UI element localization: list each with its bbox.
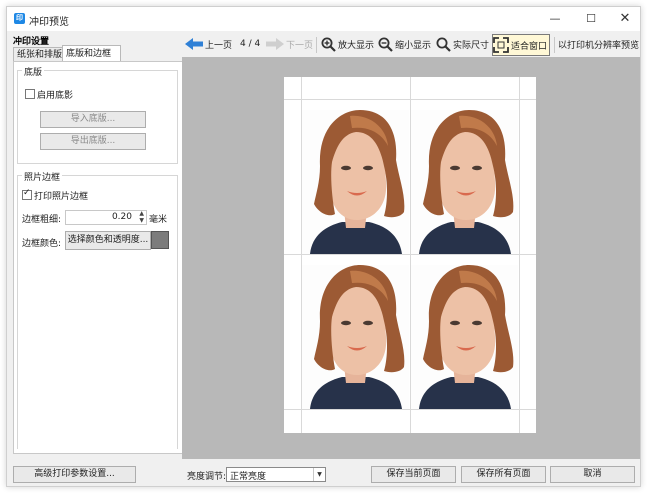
export-underlay-button[interactable]: 导出底版... <box>40 133 146 150</box>
photo-thumbnail <box>302 110 409 254</box>
advanced-print-settings-button[interactable]: 高级打印参数设置... <box>13 466 136 483</box>
spinner-arrows-icon[interactable]: ▲ ▼ <box>139 210 144 224</box>
brightness-label: 亮度调节: <box>187 472 227 482</box>
portrait-photo <box>411 265 518 409</box>
bottom-action-bar: 高级打印参数设置... 亮度调节: 正常亮度 ▼ 保存当前页面 保存所有页面 取… <box>7 459 640 486</box>
border-thickness-spinner[interactable]: 0.20 ▲ ▼ <box>65 210 147 225</box>
toolbar-divider <box>554 37 555 53</box>
border-color-label: 边框颜色: <box>22 239 62 249</box>
magnifier-icon <box>436 37 451 52</box>
preview-toolbar: 上一页 4 / 4 下一页 放大显示 缩小显示 实际尺寸 适合窗口 以打印机分辨… <box>182 33 640 57</box>
zoom-out-label: 缩小显示 <box>395 40 432 51</box>
photo-border-group-title: 照片边框 <box>22 170 63 183</box>
border-thickness-label: 边框粗细: <box>22 215 62 225</box>
portrait-photo <box>302 265 409 409</box>
next-page-button[interactable]: 下一页 <box>266 33 313 55</box>
tab-content: 底版 启用底影 导入底版... 导出底版... 照片边框 打印照片边框 边框粗细… <box>13 61 183 454</box>
zoom-out-icon <box>378 37 393 52</box>
enable-underlay-label: 启用底影 <box>37 91 74 101</box>
brightness-select[interactable]: 正常亮度 ▼ <box>226 467 326 482</box>
close-button[interactable]: ✕ <box>607 7 640 31</box>
next-page-label: 下一页 <box>286 40 314 51</box>
window-title: 冲印预览 <box>29 17 69 28</box>
chevron-down-icon[interactable]: ▼ <box>313 468 325 481</box>
choose-color-button[interactable]: 选择颜色和透明度... <box>65 231 151 250</box>
zoom-in-button[interactable]: 放大显示 <box>321 33 374 55</box>
underlay-group-title: 底版 <box>22 65 45 78</box>
settings-tabs: 纸张和排版 底版和边框 <box>13 45 181 62</box>
cancel-button[interactable]: 取消 <box>550 466 635 483</box>
print-page <box>284 77 536 433</box>
fit-window-label: 适合窗口 <box>511 41 548 52</box>
cut-guide <box>519 77 520 433</box>
border-thickness-unit: 毫米 <box>149 215 168 225</box>
print-preview-window: 印 冲印预览 — ☐ ✕ 冲印设置 纸张和排版 底版和边框 底版 启用底影 导入… <box>6 6 641 487</box>
printer-resolution-label: 以打印机分辨率预览 <box>558 40 640 51</box>
import-underlay-button[interactable]: 导入底版... <box>40 111 146 128</box>
actual-size-label: 实际尺寸 <box>453 40 490 51</box>
arrow-left-icon <box>185 38 203 50</box>
photo-border-group: 照片边框 打印照片边框 边框粗细: 0.20 ▲▼ 毫米 边框颜色: 选择颜色和… <box>17 170 178 449</box>
dropdown-arrow-icon: ▼ <box>640 41 641 48</box>
prev-page-label: 上一页 <box>205 40 233 51</box>
title-bar: 印 冲印预览 — ☐ ✕ <box>7 7 640 31</box>
save-current-page-button[interactable]: 保存当前页面 <box>371 466 456 483</box>
page-indicator: 4 / 4 <box>240 39 261 49</box>
tab-paper-layout[interactable]: 纸张和排版 <box>13 47 67 62</box>
fit-window-icon <box>493 37 509 53</box>
photo-thumbnail <box>302 265 409 409</box>
save-all-pages-button[interactable]: 保存所有页面 <box>461 466 546 483</box>
zoom-out-button[interactable]: 缩小显示 <box>378 33 431 55</box>
actual-size-button[interactable]: 实际尺寸 <box>436 33 489 55</box>
print-border-checkbox[interactable] <box>22 188 32 200</box>
toolbar-divider <box>316 37 317 53</box>
arrow-right-icon <box>266 38 284 50</box>
portrait-photo <box>411 110 518 254</box>
zoom-in-icon <box>321 37 336 52</box>
printer-resolution-preview-dropdown[interactable]: 以打印机分辨率预览 ▼ <box>558 33 641 55</box>
maximize-button[interactable]: ☐ <box>573 7 609 31</box>
photo-thumbnail <box>411 265 518 409</box>
app-icon: 印 <box>14 13 25 24</box>
photo-thumbnail <box>411 110 518 254</box>
brightness-value: 正常亮度 <box>230 472 267 482</box>
print-border-label: 打印照片边框 <box>34 192 89 202</box>
minimize-button[interactable]: — <box>537 7 573 31</box>
fit-window-button[interactable]: 适合窗口 <box>492 34 551 56</box>
prev-page-button[interactable]: 上一页 <box>185 33 232 55</box>
enable-underlay-checkbox[interactable] <box>25 89 35 99</box>
tab-underlay-border[interactable]: 底版和边框 <box>62 45 121 62</box>
border-color-swatch[interactable] <box>151 231 169 249</box>
print-preview-canvas <box>182 57 640 459</box>
zoom-in-label: 放大显示 <box>338 40 375 51</box>
portrait-photo <box>302 110 409 254</box>
underlay-group: 底版 启用底影 导入底版... 导出底版... <box>17 65 178 164</box>
print-settings-panel: 冲印设置 纸张和排版 底版和边框 底版 启用底影 导入底版... 导出底版...… <box>12 33 183 454</box>
border-thickness-value: 0.20 <box>111 212 132 222</box>
